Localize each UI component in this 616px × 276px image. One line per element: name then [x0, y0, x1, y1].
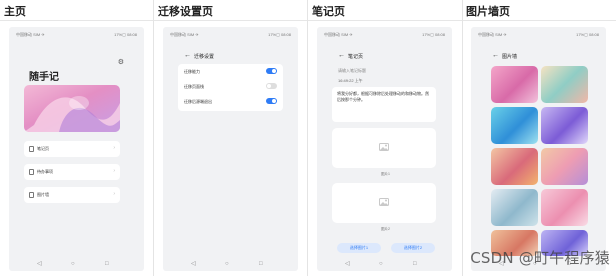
status-bar: 中国移动 SIM ✈ 17%▢ 08:08 — [9, 30, 144, 40]
settings-column: 迁移设置页 中国移动 SIM ✈ 17%▢ 08:08 ← 迁移设置 迁移能力 … — [154, 0, 308, 276]
image-placeholder-2[interactable] — [332, 183, 436, 223]
chevron-right-icon: › — [113, 191, 115, 197]
csdn-watermark: CSDN @町午程序猿 — [470, 249, 610, 267]
setting-label: 迁移能力 — [184, 69, 200, 74]
settings-card: 迁移能力 迁移页面栈 迁移后源端退出 — [178, 64, 283, 111]
app-title: 随手记 — [29, 72, 59, 83]
image-caption-2: 图片2 — [381, 227, 390, 231]
gallery-thumbnail[interactable] — [491, 189, 538, 226]
gallery-thumbnail[interactable] — [541, 66, 588, 103]
status-carrier: 中国移动 SIM ✈ — [324, 32, 353, 37]
system-nav-bar: ◁ ○ □ — [163, 257, 298, 271]
home-phone-screen: 中国移动 SIM ✈ 17%▢ 08:08 ⚙ 随手记 笔记页 › 待办事项 ›… — [9, 27, 144, 271]
setting-label: 迁移后源端退出 — [184, 99, 212, 104]
back-arrow-icon[interactable]: ← — [338, 52, 345, 59]
menu-item-todo[interactable]: 待办事项 › — [24, 164, 120, 180]
chevron-right-icon: › — [113, 168, 115, 174]
home-nav-icon[interactable]: ○ — [71, 261, 75, 267]
menu-label: 待办事项 — [37, 169, 53, 174]
notes-column: 笔记页 中国移动 SIM ✈ 17%▢ 08:08 ← 笔记页 请输入笔记标题 … — [308, 0, 462, 276]
status-bar: 中国移动 SIM ✈ 17%▢ 08:08 — [163, 30, 298, 40]
source-exit-toggle[interactable] — [266, 98, 277, 104]
column-title-gallery: 图片墙页 — [466, 5, 510, 18]
gallery-thumbnail[interactable] — [491, 66, 538, 103]
image-icon — [29, 192, 34, 198]
recent-nav-icon[interactable]: □ — [413, 261, 417, 267]
gallery-thumbnail[interactable] — [491, 107, 538, 144]
image-caption-1: 图片1 — [381, 172, 390, 176]
recent-nav-icon[interactable]: □ — [105, 261, 109, 267]
gallery-thumbnail[interactable] — [541, 148, 588, 185]
setting-row-page-stack: 迁移页面栈 — [184, 81, 277, 93]
menu-item-notes[interactable]: 笔记页 › — [24, 141, 120, 157]
pick-image-2-button[interactable]: 选择图片2 — [391, 243, 435, 253]
column-title-settings: 迁移设置页 — [158, 5, 213, 18]
gallery-column: 图片墙页 中国移动 SIM ✈ 17%▢ 08:08 ← 图片墙 ◁ ○ □ — [462, 0, 616, 276]
todo-icon — [29, 169, 34, 175]
cover-image — [24, 85, 120, 132]
status-carrier: 中国移动 SIM ✈ — [16, 32, 45, 37]
recent-nav-icon[interactable]: □ — [259, 261, 263, 267]
setting-row-migration: 迁移能力 — [184, 66, 277, 78]
system-nav-bar: ◁ ○ □ — [317, 257, 452, 271]
image-placeholder-1[interactable] — [332, 128, 436, 168]
status-battery-time: 17%▢ 08:08 — [576, 32, 599, 37]
setting-row-source-exit: 迁移后源端退出 — [184, 96, 277, 108]
chevron-right-icon: › — [113, 145, 115, 151]
back-nav-icon[interactable]: ◁ — [37, 261, 42, 267]
home-column: 主页 中国移动 SIM ✈ 17%▢ 08:08 ⚙ 随手记 笔记页 › 待办事… — [0, 0, 154, 276]
status-carrier: 中国移动 SIM ✈ — [170, 32, 199, 37]
status-battery-time: 17%▢ 08:08 — [114, 32, 137, 37]
system-nav-bar: ◁ ○ □ — [9, 257, 144, 271]
image-icon — [379, 198, 389, 206]
page-title: 迁移设置 — [194, 54, 215, 60]
page-stack-toggle[interactable] — [266, 83, 277, 89]
gallery-phone-screen: 中国移动 SIM ✈ 17%▢ 08:08 ← 图片墙 ◁ ○ □ — [471, 27, 606, 271]
setting-label: 迁移页面栈 — [184, 84, 204, 89]
status-bar: 中国移动 SIM ✈ 17%▢ 08:08 — [471, 30, 606, 40]
page-title: 图片墙 — [502, 54, 518, 60]
status-carrier: 中国移动 SIM ✈ — [478, 32, 507, 37]
status-battery-time: 17%▢ 08:08 — [422, 32, 445, 37]
note-timestamp: 16:49:22 上午 — [338, 78, 363, 83]
page-title: 笔记页 — [348, 54, 364, 60]
migration-toggle[interactable] — [266, 68, 277, 74]
pick-image-1-button[interactable]: 选择图片1 — [337, 243, 381, 253]
gallery-thumbnail[interactable] — [541, 107, 588, 144]
menu-item-gallery[interactable]: 图片墙 › — [24, 187, 120, 203]
home-nav-icon[interactable]: ○ — [379, 261, 383, 267]
back-arrow-icon[interactable]: ← — [184, 52, 191, 59]
back-nav-icon[interactable]: ◁ — [345, 261, 350, 267]
back-nav-icon[interactable]: ◁ — [191, 261, 196, 267]
home-nav-icon[interactable]: ○ — [225, 261, 229, 267]
status-battery-time: 17%▢ 08:08 — [268, 32, 291, 37]
settings-phone-screen: 中国移动 SIM ✈ 17%▢ 08:08 ← 迁移设置 迁移能力 迁移页面栈 … — [163, 27, 298, 271]
menu-label: 图片墙 — [37, 192, 49, 197]
menu-label: 笔记页 — [37, 146, 49, 151]
note-icon — [29, 146, 34, 152]
gallery-thumbnail[interactable] — [541, 189, 588, 226]
status-bar: 中国移动 SIM ✈ 17%▢ 08:08 — [317, 30, 452, 40]
note-title-input[interactable]: 请输入笔记标题 — [338, 68, 366, 74]
gallery-thumbnail[interactable] — [491, 148, 538, 185]
column-title-notes: 笔记页 — [312, 5, 345, 18]
notes-phone-screen: 中国移动 SIM ✈ 17%▢ 08:08 ← 笔记页 请输入笔记标题 16:4… — [317, 27, 452, 271]
image-icon — [379, 143, 389, 151]
note-body-input[interactable]: 将我分好都，根据可移除后处理移动的和移动物。然后按那个分钟。 — [332, 87, 436, 122]
back-arrow-icon[interactable]: ← — [492, 52, 499, 59]
column-title-home: 主页 — [4, 5, 26, 18]
gear-icon[interactable]: ⚙ — [118, 58, 124, 66]
